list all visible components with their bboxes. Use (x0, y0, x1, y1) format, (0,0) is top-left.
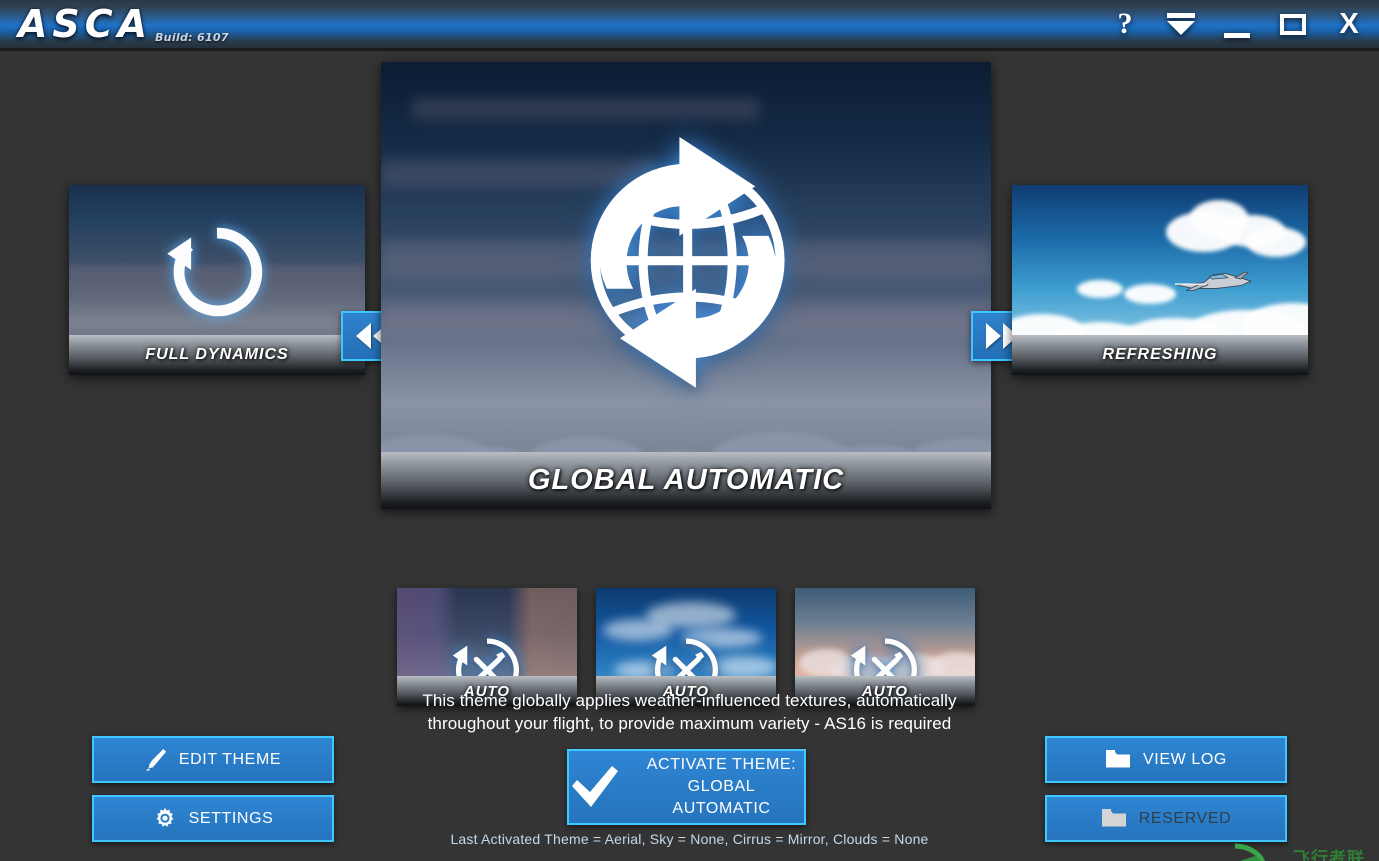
edit-theme-label: EDIT THEME (178, 750, 282, 768)
globe-sync-icon (521, 94, 851, 424)
minimize-button[interactable] (1219, 6, 1255, 42)
help-button[interactable]: ? (1107, 6, 1143, 42)
rewind-double-left-icon (356, 323, 371, 349)
settings-label: SETTINGS (188, 809, 274, 827)
checkmark-icon (569, 764, 621, 810)
theme-description-line-2: throughout your flight, to provide maxim… (427, 714, 952, 733)
activate-theme-line-2: GLOBAL AUTOMATIC (672, 778, 771, 817)
close-button[interactable]: X (1331, 6, 1367, 42)
folder-icon (1101, 808, 1127, 829)
current-theme-caption: GLOBAL AUTOMATIC (381, 452, 991, 509)
app-logo: ASCA (18, 2, 153, 46)
main-content: FULL DYNAMICS GLOBAL AUTOMATIC REFRESHIN… (0, 51, 1379, 861)
aircraft-icon (1174, 271, 1252, 291)
view-log-button[interactable]: VIEW LOG (1045, 736, 1287, 783)
activate-theme-label: ACTIVATE THEME: GLOBAL AUTOMATIC (639, 754, 804, 820)
minimize-icon (1224, 32, 1250, 38)
theme-description: This theme globally applies weather-infl… (0, 689, 1379, 735)
collapse-button[interactable] (1163, 6, 1199, 42)
paintbrush-icon (145, 748, 167, 772)
activate-theme-line-1: ACTIVATE THEME: (646, 756, 797, 773)
next-theme-caption: REFRESHING (1012, 335, 1308, 375)
next-theme-preview[interactable]: REFRESHING (1012, 185, 1308, 375)
current-theme-image (381, 62, 991, 509)
gear-icon (153, 807, 177, 831)
reserved-label: RESERVED (1138, 809, 1232, 827)
activate-theme-button[interactable]: ACTIVATE THEME: GLOBAL AUTOMATIC (567, 749, 806, 825)
previous-theme-preview[interactable]: FULL DYNAMICS (69, 185, 365, 375)
title-bar: ASCA Build: 6107 ? X (0, 0, 1379, 51)
maximize-icon (1280, 13, 1306, 35)
maximize-button[interactable] (1275, 6, 1311, 42)
window-controls: ? X (1107, 0, 1367, 48)
edit-theme-button[interactable]: EDIT THEME (92, 736, 334, 783)
last-activated-status: Last Activated Theme = Aerial, Sky = Non… (450, 831, 929, 847)
refresh-circle-icon (167, 228, 263, 317)
current-theme-preview[interactable]: GLOBAL AUTOMATIC (381, 62, 991, 509)
previous-theme-caption: FULL DYNAMICS (69, 335, 365, 375)
build-number-label: Build: 6107 (155, 31, 229, 44)
theme-description-line-1: This theme globally applies weather-infl… (422, 691, 957, 710)
chevron-down-icon (1167, 13, 1195, 35)
asca-application-window: ASCA Build: 6107 ? X FULL DYNAMICS GLOBA… (0, 0, 1379, 861)
fast-forward-double-right-icon (986, 323, 1001, 349)
view-log-label: VIEW LOG (1143, 750, 1227, 768)
folder-icon (1105, 749, 1131, 770)
